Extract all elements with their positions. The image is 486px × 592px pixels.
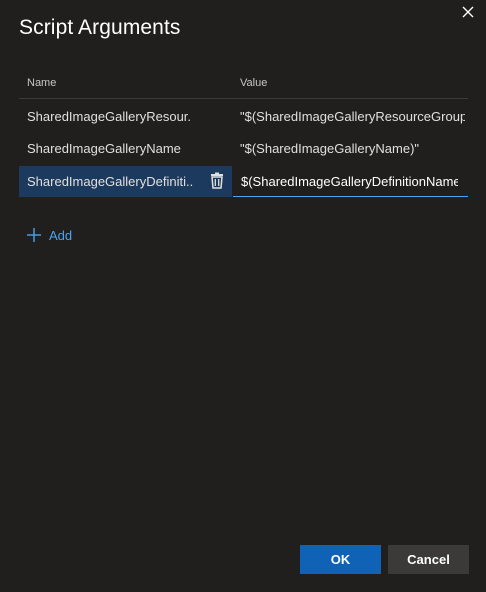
delete-row-button[interactable]	[209, 172, 225, 190]
table-header: Name Value	[19, 70, 468, 99]
argument-name: SharedImageGalleryResour...	[27, 109, 192, 124]
argument-name: SharedImageGalleryDefiniti...	[27, 174, 193, 189]
close-icon	[462, 6, 474, 18]
argument-value-input[interactable]: $(SharedImageGalleryDefinitionName)"	[233, 166, 468, 197]
dialog-title: Script Arguments	[19, 16, 181, 39]
argument-value: $(SharedImageGalleryDefinitionName)"	[241, 174, 458, 189]
script-arguments-dialog: Script Arguments Name Value SharedImageG…	[0, 0, 486, 592]
add-label: Add	[49, 227, 73, 243]
column-header-name: Name	[27, 77, 57, 89]
table-row-selected[interactable]: SharedImageGalleryDefiniti... $(SharedIm…	[19, 166, 468, 197]
argument-value[interactable]: "$(SharedImageGalleryName)"	[240, 141, 465, 156]
ok-button[interactable]: OK	[300, 545, 381, 574]
trash-icon	[211, 172, 223, 189]
table-row[interactable]: SharedImageGalleryName "$(SharedImageGal…	[19, 133, 468, 164]
column-header-value: Value	[240, 77, 268, 89]
table-row[interactable]: SharedImageGalleryResour... "$(SharedIma…	[19, 101, 468, 132]
argument-name-cell[interactable]: SharedImageGalleryDefiniti...	[19, 166, 232, 197]
close-button[interactable]	[458, 2, 478, 22]
cancel-button[interactable]: Cancel	[388, 545, 469, 574]
argument-value[interactable]: "$(SharedImageGalleryResourceGroup)"	[240, 109, 465, 124]
plus-icon	[27, 228, 41, 242]
argument-name-cell[interactable]: SharedImageGalleryName	[19, 133, 214, 164]
argument-name-cell[interactable]: SharedImageGalleryResour...	[19, 101, 214, 132]
add-argument-button[interactable]: Add	[26, 224, 72, 246]
argument-name: SharedImageGalleryName	[27, 141, 181, 156]
